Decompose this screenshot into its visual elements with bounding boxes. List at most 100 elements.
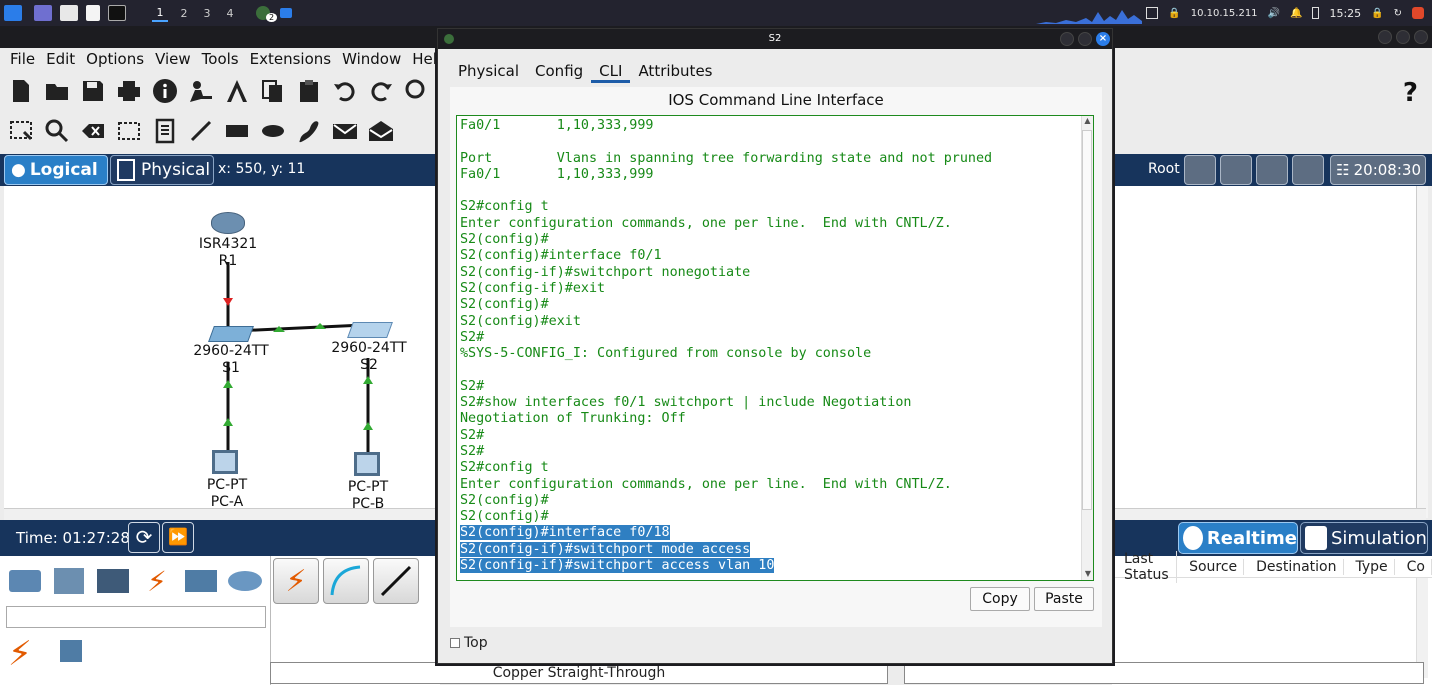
tab-cli[interactable]: CLI [591,61,631,83]
refresh-icon[interactable]: ↻ [1394,8,1402,19]
s2-minimize-button[interactable] [1060,32,1074,46]
undo-icon[interactable] [330,76,360,106]
redo-icon[interactable] [366,76,396,106]
delete-icon[interactable] [78,116,108,146]
fast-forward-button[interactable]: ⏩ [162,522,194,553]
router-r1-icon[interactable] [211,212,245,234]
network-lock-icon[interactable]: 🔒 [1168,8,1180,19]
connection-category-icon[interactable]: ⚡ [8,634,32,674]
network-devices-icon[interactable] [6,562,44,600]
draw-rectangle-icon[interactable] [222,116,252,146]
cli-output[interactable]: Fa0/1 1,10,333,999 Port Vlans in spannin… [460,118,992,574]
pc-b-icon[interactable] [354,452,380,476]
battery-icon[interactable] [1312,7,1320,19]
copy-icon[interactable] [258,76,288,106]
help-icon[interactable]: ? [1403,78,1418,108]
desktop-icon[interactable] [34,4,52,22]
workspace-4[interactable]: 4 [222,4,238,22]
add-simple-pdu-icon[interactable] [330,116,360,146]
minimize-button[interactable] [1378,30,1392,44]
tab-attributes[interactable]: Attributes [630,61,720,83]
device-search-input[interactable] [6,606,266,628]
scroll-up-arrow[interactable]: ▲ [1082,116,1093,125]
col-source[interactable]: Source [1177,558,1245,575]
miscellaneous-icon[interactable] [182,562,220,600]
brave-icon[interactable] [1412,7,1424,19]
document-icon[interactable] [86,4,100,22]
cli-scrollbar[interactable]: ▲ ▼ [1081,116,1093,580]
network-info-icon[interactable] [222,76,252,106]
tab-config[interactable]: Config [527,61,591,83]
paste-button[interactable]: Paste [1034,587,1094,611]
viewport-clock[interactable]: ☷ 20:08:30 [1330,155,1426,185]
add-complex-pdu-icon[interactable] [366,116,396,146]
col-color[interactable]: Co [1395,558,1432,575]
menu-file[interactable]: File [10,50,35,68]
draw-ellipse-icon[interactable] [258,116,288,146]
menu-extensions[interactable]: Extensions [250,50,331,68]
menu-view[interactable]: View [155,50,191,68]
components-icon[interactable] [94,562,132,600]
cluster-icon[interactable] [1220,155,1252,185]
close-button[interactable] [1414,30,1428,44]
workspace-2[interactable]: 2 [176,4,192,22]
copy-button[interactable]: Copy [970,587,1030,611]
select-icon[interactable] [6,116,36,146]
col-destination[interactable]: Destination [1244,558,1344,575]
set-background-icon[interactable] [1292,155,1324,185]
new-file-icon[interactable] [6,76,36,106]
packet-tracer-task-icon[interactable]: 2 [256,4,278,22]
top-checkbox-box[interactable] [450,638,460,648]
simulation-mode-button[interactable]: Simulation [1300,522,1428,554]
cli-terminal[interactable]: Fa0/1 1,10,333,999 Port Vlans in spannin… [456,115,1094,581]
switch-s2-icon[interactable] [347,322,393,338]
notification-icon[interactable]: 🔔 [1290,8,1302,19]
resize-shape-icon[interactable] [114,116,144,146]
zoom-in-icon[interactable] [402,76,432,106]
end-devices-icon[interactable] [50,562,88,600]
scroll-down-arrow[interactable]: ▼ [1082,569,1093,578]
multiuser-icon[interactable] [226,562,264,600]
maximize-button[interactable] [1396,30,1410,44]
app-menu-icon[interactable] [4,4,22,22]
tab-physical[interactable]: Physical [450,61,527,83]
col-last-status[interactable]: Last Status [1112,550,1178,583]
lock-screen-icon[interactable]: 🔒 [1371,8,1383,19]
folder-task-icon[interactable] [280,4,292,22]
logical-view-button[interactable]: ● Logical [4,155,108,185]
connections-icon[interactable]: ⚡ [138,562,176,600]
grid-category-icon[interactable] [60,640,82,662]
switch-s1-icon[interactable] [208,326,254,342]
pc-a-icon[interactable] [212,450,238,474]
files-icon[interactable] [60,4,78,22]
workspace-1[interactable]: 1 [152,4,168,22]
s2-close-button[interactable]: × [1096,32,1110,46]
info-icon[interactable] [150,76,180,106]
open-folder-icon[interactable] [42,76,72,106]
activity-wizard-icon[interactable] [186,76,216,106]
power-cycle-devices-button[interactable]: ⟳ [128,522,160,553]
menu-window[interactable]: Window [342,50,401,68]
s2-maximize-button[interactable] [1078,32,1092,46]
move-object-icon[interactable] [1256,155,1288,185]
freeform-icon[interactable] [294,116,324,146]
place-note-icon[interactable] [150,116,180,146]
col-type[interactable]: Type [1344,558,1395,575]
menu-tools[interactable]: Tools [202,50,239,68]
terminal-icon[interactable] [108,4,126,22]
back-icon[interactable] [1184,155,1216,185]
paste-icon[interactable] [294,76,324,106]
cli-scroll-thumb[interactable] [1082,130,1092,510]
console-cable-icon[interactable] [323,558,369,604]
menu-edit[interactable]: Edit [46,50,75,68]
menu-options[interactable]: Options [86,50,144,68]
display-icon[interactable] [1146,7,1159,19]
volume-icon[interactable]: 🔊 [1268,8,1280,19]
clock[interactable]: 15:25 [1329,7,1361,20]
realtime-mode-button[interactable]: Realtime [1178,522,1298,554]
auto-connection-icon[interactable]: ⚡ [273,558,319,604]
physical-view-button[interactable]: Physical [110,155,214,185]
copper-straight-through-icon[interactable] [373,558,419,604]
draw-line-icon[interactable] [186,116,216,146]
inspect-icon[interactable] [42,116,72,146]
